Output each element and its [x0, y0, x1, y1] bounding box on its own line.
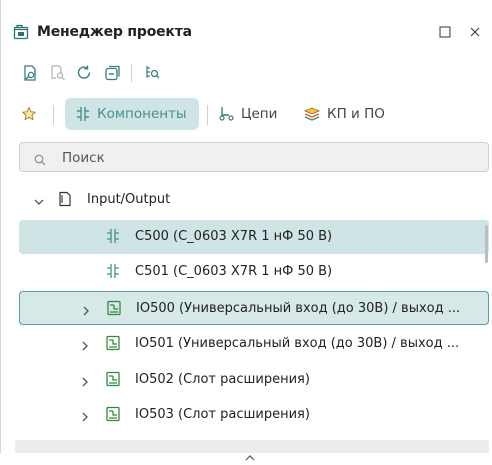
- tab-favorites[interactable]: [21, 98, 43, 130]
- component-icon: [77, 107, 89, 121]
- maximize-button[interactable]: [435, 22, 455, 42]
- component-tree: Input/Output C500 (C_0603 X7R 1 нФ 50 В)…: [1, 180, 492, 440]
- tab-nets[interactable]: Цепи: [219, 98, 283, 130]
- tree-item-row[interactable]: C501 (C_0603 X7R 1 нФ 50 В): [19, 255, 489, 289]
- tab-components-label: Компоненты: [97, 106, 187, 122]
- tree-item-label: Input/Output: [87, 192, 171, 207]
- chevron-up-icon[interactable]: [244, 446, 256, 465]
- document-icon[interactable]: [21, 64, 39, 82]
- panel-title: Менеджер проекта: [37, 24, 192, 40]
- tab-nets-label: Цепи: [241, 106, 278, 122]
- search-zoom-icon[interactable]: [143, 64, 161, 82]
- search-box: [19, 142, 489, 172]
- tree-item-label: IO502 (Слот расширения): [135, 372, 310, 387]
- capacitor-icon: [105, 228, 121, 244]
- tree-item-row[interactable]: IO500 (Универсальный вход (до 30В) / вых…: [19, 291, 489, 325]
- tab-pads-vias[interactable]: КП и ПО: [303, 98, 403, 130]
- capacitor-icon: [105, 263, 121, 279]
- project-manager-panel: Менеджер проекта Компоненты Цепи КП и ПО…: [0, 0, 492, 461]
- project-manager-icon: [13, 24, 29, 40]
- maximize-icon: [439, 26, 451, 38]
- tree-item-row[interactable]: IO501 (Универсальный вход (до 30В) / вых…: [19, 327, 489, 361]
- toolbar: [1, 60, 492, 86]
- tree-item-label: IO501 (Универсальный вход (до 30В) / вых…: [135, 336, 460, 351]
- layers-icon: [303, 107, 321, 121]
- tab-divider: [207, 105, 208, 125]
- refresh-icon[interactable]: [75, 64, 93, 82]
- module-icon: [105, 335, 121, 351]
- file-icon: [57, 191, 73, 207]
- module-icon: [105, 406, 121, 422]
- search-icon: [34, 151, 46, 170]
- star-icon: [22, 107, 36, 121]
- tree-item-label: C500 (C_0603 X7R 1 нФ 50 В): [135, 229, 333, 244]
- search-input[interactable]: [60, 148, 464, 168]
- tree-item-label: C501 (C_0603 X7R 1 нФ 50 В): [135, 264, 333, 279]
- view-tabs: Компоненты Цепи КП и ПО: [1, 98, 492, 132]
- chevron-right-icon[interactable]: [80, 302, 92, 316]
- scrollbar-thumb[interactable]: [485, 225, 488, 263]
- close-button[interactable]: [465, 22, 485, 42]
- tree-item-label: IO500 (Универсальный вход (до 30В) / вых…: [136, 301, 461, 316]
- chevron-right-icon[interactable]: [79, 337, 91, 351]
- close-icon: [470, 27, 480, 37]
- module-icon: [106, 300, 122, 316]
- title-bar: Менеджер проекта: [1, 0, 492, 58]
- chevron-right-icon[interactable]: [79, 373, 91, 387]
- find-icon[interactable]: [49, 64, 67, 82]
- net-icon: [219, 107, 234, 121]
- collapse-icon[interactable]: [103, 64, 121, 82]
- toolbar-divider: [131, 64, 132, 82]
- tab-pads-vias-label: КП и ПО: [327, 106, 385, 122]
- tab-divider: [53, 105, 54, 125]
- tree-item-row[interactable]: IO502 (Слот расширения): [19, 363, 489, 397]
- module-icon: [105, 371, 121, 387]
- chevron-down-icon[interactable]: [33, 193, 45, 205]
- tree-item-label: IO503 (Слот расширения): [135, 407, 310, 422]
- tab-components[interactable]: Компоненты: [65, 98, 199, 130]
- tree-item-row[interactable]: IO503 (Слот расширения): [19, 398, 489, 432]
- tree-group-row[interactable]: Input/Output: [19, 183, 489, 217]
- chevron-right-icon[interactable]: [79, 408, 91, 422]
- tree-item-row[interactable]: C500 (C_0603 X7R 1 нФ 50 В): [19, 220, 489, 254]
